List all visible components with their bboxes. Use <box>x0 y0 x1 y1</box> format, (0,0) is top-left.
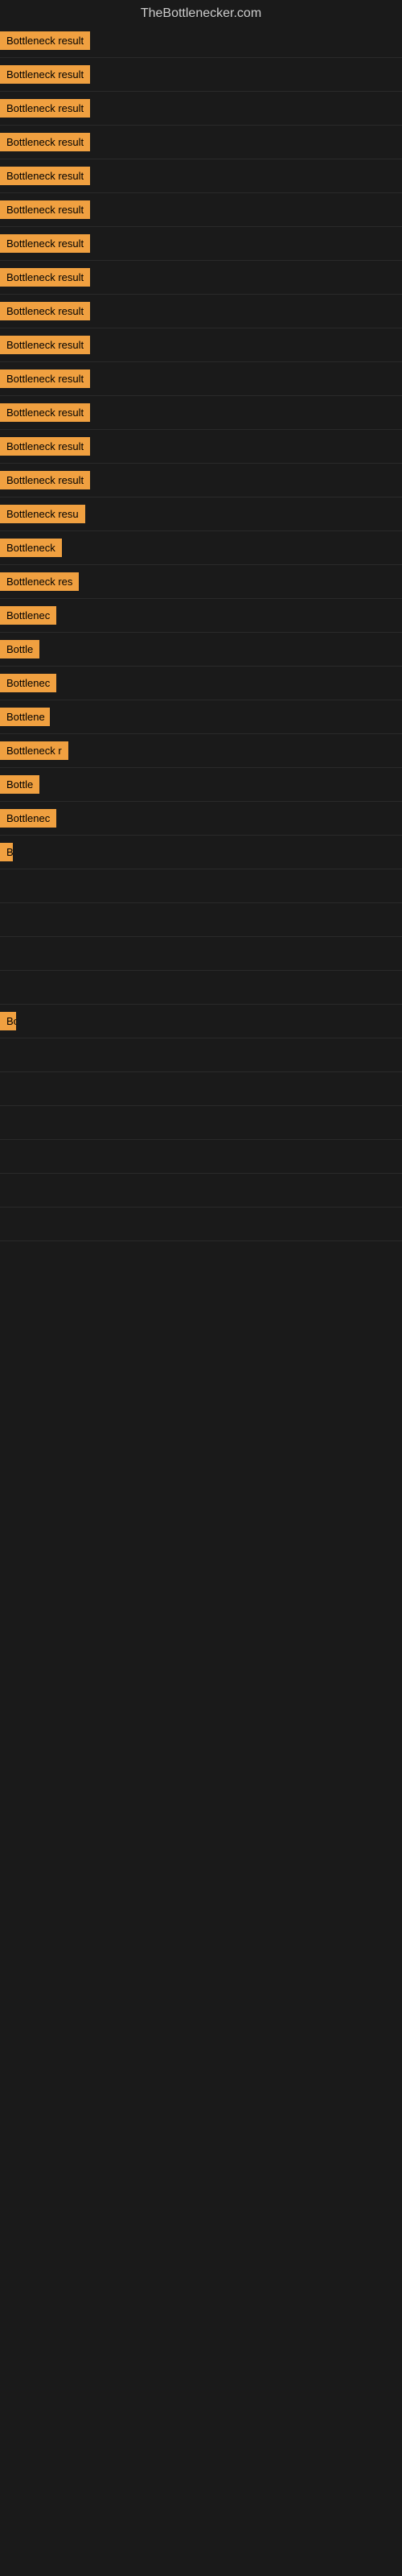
bottleneck-label: Bottle <box>0 640 39 658</box>
bottleneck-label: Bottlenec <box>0 606 56 625</box>
bottleneck-row: Bottleneck result <box>0 193 402 227</box>
bottleneck-row: Bottleneck result <box>0 261 402 295</box>
bottleneck-row <box>0 869 402 903</box>
bottleneck-row: Bo <box>0 1005 402 1038</box>
bottleneck-row: Bottlenec <box>0 599 402 633</box>
bottleneck-label: Bottlenec <box>0 674 56 692</box>
bottleneck-row: Bottleneck result <box>0 295 402 328</box>
bottleneck-label: Bottleneck result <box>0 336 90 354</box>
bottleneck-label: Bottleneck result <box>0 133 90 151</box>
bottleneck-row: Bottleneck result <box>0 58 402 92</box>
bottleneck-label: Bottleneck r <box>0 741 68 760</box>
bottleneck-row: Bottleneck result <box>0 24 402 58</box>
bottleneck-label: Bottle <box>0 775 39 794</box>
bottleneck-row: Bottleneck res <box>0 565 402 599</box>
bottleneck-label: Bottleneck <box>0 539 62 557</box>
bottleneck-label: Bottleneck result <box>0 437 90 456</box>
bottleneck-label: Bottlenec <box>0 809 56 828</box>
bottleneck-row: Bottle <box>0 633 402 667</box>
bottleneck-row: Bottle <box>0 768 402 802</box>
bottleneck-row: Bottleneck result <box>0 430 402 464</box>
bottleneck-label: Bottleneck result <box>0 99 90 118</box>
bottleneck-row: Bottleneck <box>0 531 402 565</box>
bottleneck-label: Bottleneck result <box>0 268 90 287</box>
bottleneck-row <box>0 1106 402 1140</box>
bottleneck-label: Bottleneck result <box>0 31 90 50</box>
bottleneck-row: Bottleneck result <box>0 464 402 497</box>
bottleneck-label: Bottlene <box>0 708 50 726</box>
bottleneck-row: Bottleneck result <box>0 396 402 430</box>
site-title-container: TheBottlenecker.com <box>0 0 402 24</box>
bottleneck-row: Bottlenec <box>0 802 402 836</box>
bottleneck-row: Bottleneck result <box>0 159 402 193</box>
bottleneck-label: Bottleneck result <box>0 471 90 489</box>
bottleneck-row <box>0 1208 402 1241</box>
bottleneck-row: Bottleneck result <box>0 227 402 261</box>
bottleneck-label: Bottleneck result <box>0 200 90 219</box>
bottleneck-row: Bottleneck resu <box>0 497 402 531</box>
bottleneck-label: Bottleneck result <box>0 302 90 320</box>
bottleneck-label: Bottleneck result <box>0 403 90 422</box>
bottleneck-row <box>0 1038 402 1072</box>
bottleneck-label: Bo <box>0 1012 16 1030</box>
bottleneck-row: B <box>0 836 402 869</box>
bottleneck-row: Bottlene <box>0 700 402 734</box>
bottleneck-row: Bottlenec <box>0 667 402 700</box>
bottleneck-row <box>0 971 402 1005</box>
bottleneck-label: Bottleneck result <box>0 167 90 185</box>
bottleneck-label: Bottleneck result <box>0 234 90 253</box>
bottleneck-label: B <box>0 843 13 861</box>
bottleneck-row: Bottleneck result <box>0 328 402 362</box>
bottleneck-label: Bottleneck resu <box>0 505 85 523</box>
site-title: TheBottlenecker.com <box>0 0 402 24</box>
bottleneck-row <box>0 937 402 971</box>
bottleneck-row <box>0 1072 402 1106</box>
bottleneck-row <box>0 1140 402 1174</box>
bottleneck-row: Bottleneck result <box>0 362 402 396</box>
bottleneck-row: Bottleneck result <box>0 92 402 126</box>
bottleneck-row <box>0 903 402 937</box>
bottleneck-row <box>0 1174 402 1208</box>
bottleneck-row: Bottleneck result <box>0 126 402 159</box>
bottleneck-label: Bottleneck result <box>0 369 90 388</box>
rows-container: Bottleneck result Bottleneck result Bottle… <box>0 24 402 1241</box>
bottleneck-label: Bottleneck result <box>0 65 90 84</box>
bottleneck-label: Bottleneck res <box>0 572 79 591</box>
bottleneck-row: Bottleneck r <box>0 734 402 768</box>
